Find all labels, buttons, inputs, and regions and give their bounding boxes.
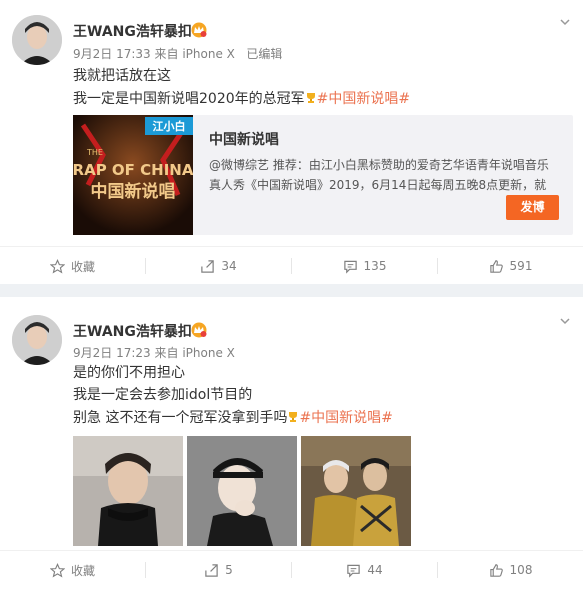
- post-weibo-button[interactable]: 发博: [506, 195, 559, 220]
- cover-text-chinese: 中国新说唱: [91, 181, 176, 202]
- action-bar: 收藏 34 135 591: [0, 246, 583, 284]
- trophy-icon: [306, 93, 315, 103]
- repost-icon: [205, 563, 218, 577]
- post-meta: 9月2日 17:23 来自 iPhone X: [73, 344, 235, 361]
- weibo-post-1: 王WANG浩轩暴扣 9月2日 17:33 来自 iPhone X 已编辑 我就把…: [0, 0, 583, 284]
- comment-icon: [347, 564, 361, 578]
- cover-text-small: THE: [86, 148, 103, 157]
- trophy-icon: [289, 412, 298, 422]
- topic-tag[interactable]: #中国新说唱#: [299, 410, 392, 426]
- repost-count: 5: [225, 563, 233, 577]
- author-avatar[interactable]: [12, 15, 62, 65]
- like-button[interactable]: 591: [438, 247, 583, 285]
- action-bar: 收藏 5 44 108: [0, 550, 583, 588]
- favorite-label: 收藏: [70, 259, 95, 274]
- topic-card[interactable]: 江小白 THE RAP OF CHINA 中国新说唱 中国新说唱 @微博综艺 推…: [73, 115, 573, 235]
- topic-tag[interactable]: #中国新说唱#: [317, 91, 410, 107]
- weibo-post-2: 王WANG浩轩暴扣 9月2日 17:23 来自 iPhone X 是的你们不用担…: [0, 297, 583, 588]
- repost-icon: [201, 259, 215, 273]
- chevron-down-icon[interactable]: [559, 315, 571, 327]
- star-icon: [49, 562, 65, 577]
- post-text-line: 我是一定会去参加idol节目的: [73, 387, 253, 403]
- post-photo-1[interactable]: [73, 436, 183, 546]
- post-source: 来自 iPhone X: [154, 47, 235, 61]
- repost-button[interactable]: 5: [146, 551, 291, 589]
- post-text-line: 别急 这不还有一个冠军没拿到手吗 #中国新说唱#: [73, 408, 393, 428]
- topic-card-title[interactable]: 中国新说唱: [209, 129, 279, 149]
- post-source: 来自 iPhone X: [154, 346, 235, 360]
- post-meta: 9月2日 17:33 来自 iPhone X 已编辑: [73, 45, 282, 62]
- post-text-line: 我一定是中国新说唱2020年的总冠军 #中国新说唱#: [73, 89, 410, 109]
- post-text-line: 是的你们不用担心: [73, 365, 185, 381]
- brand-badge: 江小白: [153, 119, 186, 133]
- repost-button[interactable]: 34: [146, 247, 291, 285]
- cover-text-title: RAP OF CHINA: [73, 161, 193, 179]
- comment-count: 44: [367, 563, 383, 577]
- post-time[interactable]: 9月2日 17:23: [73, 346, 151, 360]
- post-photo-2[interactable]: [187, 436, 297, 546]
- topic-card-cover[interactable]: 江小白 THE RAP OF CHINA 中国新说唱: [73, 115, 193, 235]
- star-icon: [49, 258, 65, 273]
- post-time[interactable]: 9月2日 17:33: [73, 47, 151, 61]
- comment-icon: [343, 260, 357, 274]
- comment-button[interactable]: 135: [292, 247, 437, 285]
- like-count: 591: [509, 259, 533, 273]
- vip-crown-icon[interactable]: [190, 22, 208, 38]
- thumbs-up-icon: [489, 563, 503, 577]
- post-text: 我一定是中国新说唱2020年的总冠军: [73, 91, 305, 107]
- author-name[interactable]: 王WANG浩轩暴扣: [73, 321, 192, 341]
- favorite-button[interactable]: 收藏: [0, 247, 145, 285]
- topic-card-description: @微博综艺 推荐：由江小白黑标赞助的爱奇艺华语青年说唱音乐真人秀《中国新说唱》2…: [209, 158, 549, 192]
- comment-button[interactable]: 44: [292, 551, 437, 589]
- like-button[interactable]: 108: [438, 551, 583, 589]
- repost-count: 34: [221, 259, 237, 273]
- comment-count: 135: [363, 259, 387, 273]
- favorite-label: 收藏: [70, 563, 95, 578]
- vip-crown-icon[interactable]: [190, 322, 208, 338]
- post-text-line: 我就把话放在这: [73, 68, 171, 84]
- post-divider: [0, 284, 583, 297]
- post-text: 别急 这不还有一个冠军没拿到手吗: [73, 410, 288, 426]
- like-count: 108: [509, 563, 533, 577]
- favorite-button[interactable]: 收藏: [0, 551, 145, 589]
- edited-label: 已编辑: [246, 47, 283, 61]
- post-photo-3[interactable]: [301, 436, 411, 546]
- author-avatar[interactable]: [12, 315, 62, 365]
- author-name[interactable]: 王WANG浩轩暴扣: [73, 21, 192, 41]
- chevron-down-icon[interactable]: [559, 16, 571, 28]
- thumbs-up-icon: [489, 259, 503, 273]
